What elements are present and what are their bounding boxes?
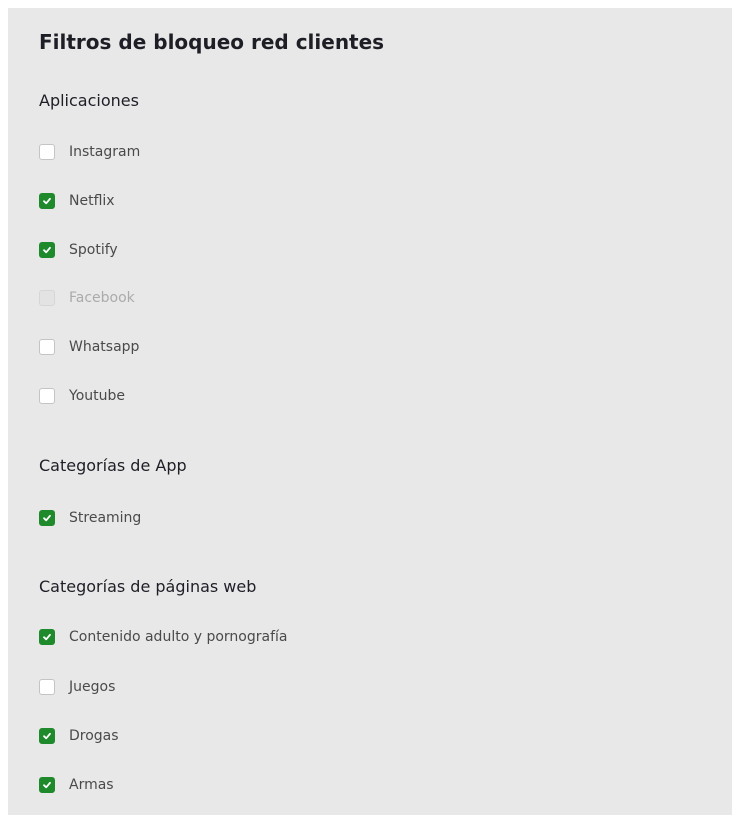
- filters-panel: Filtros de bloqueo red clientes Aplicaci…: [8, 8, 732, 815]
- checkbox-option-streaming[interactable]: Streaming: [39, 506, 141, 530]
- section-heading-aplicaciones: Aplicaciones: [39, 91, 139, 110]
- option-label: Juegos: [69, 679, 116, 695]
- panel-title: Filtros de bloqueo red clientes: [39, 30, 385, 54]
- checkbox-icon[interactable]: [39, 242, 55, 258]
- option-label: Contenido adulto y pornografía: [69, 629, 288, 645]
- checkbox-icon[interactable]: [39, 679, 55, 695]
- option-label: Streaming: [69, 510, 142, 526]
- option-label: Instagram: [69, 144, 141, 160]
- checkbox-option-armas[interactable]: Armas: [39, 773, 114, 797]
- checkbox-option-youtube[interactable]: Youtube: [39, 384, 125, 408]
- checkbox-option-juegos[interactable]: Juegos: [39, 675, 115, 699]
- checkbox-option-instagram[interactable]: Instagram: [39, 140, 140, 164]
- checkbox-option-contenido-adulto[interactable]: Contenido adulto y pornografía: [39, 625, 287, 649]
- checkbox-icon[interactable]: [39, 193, 55, 209]
- checkbox-icon[interactable]: [39, 388, 55, 404]
- checkbox-option-netflix[interactable]: Netflix: [39, 189, 115, 213]
- option-label: Facebook: [69, 290, 135, 306]
- option-label: Armas: [69, 777, 114, 793]
- checkbox-option-spotify[interactable]: Spotify: [39, 238, 118, 262]
- checkbox-icon[interactable]: [39, 777, 55, 793]
- option-label: Netflix: [69, 193, 115, 209]
- checkbox-icon[interactable]: [39, 629, 55, 645]
- checkbox-icon[interactable]: [39, 510, 55, 526]
- section-heading-categorias-app: Categorías de App: [39, 456, 187, 475]
- section-heading-categorias-paginas-web: Categorías de páginas web: [39, 577, 257, 596]
- option-label: Youtube: [69, 388, 125, 404]
- checkbox-icon: [39, 290, 55, 306]
- checkbox-icon[interactable]: [39, 728, 55, 744]
- option-label: Spotify: [69, 242, 118, 258]
- checkbox-icon[interactable]: [39, 144, 55, 160]
- checkbox-option-facebook: Facebook: [39, 286, 135, 310]
- option-label: Whatsapp: [69, 339, 140, 355]
- checkbox-option-drogas[interactable]: Drogas: [39, 724, 119, 748]
- option-label: Drogas: [69, 728, 119, 744]
- checkbox-icon[interactable]: [39, 339, 55, 355]
- checkbox-option-whatsapp[interactable]: Whatsapp: [39, 335, 139, 359]
